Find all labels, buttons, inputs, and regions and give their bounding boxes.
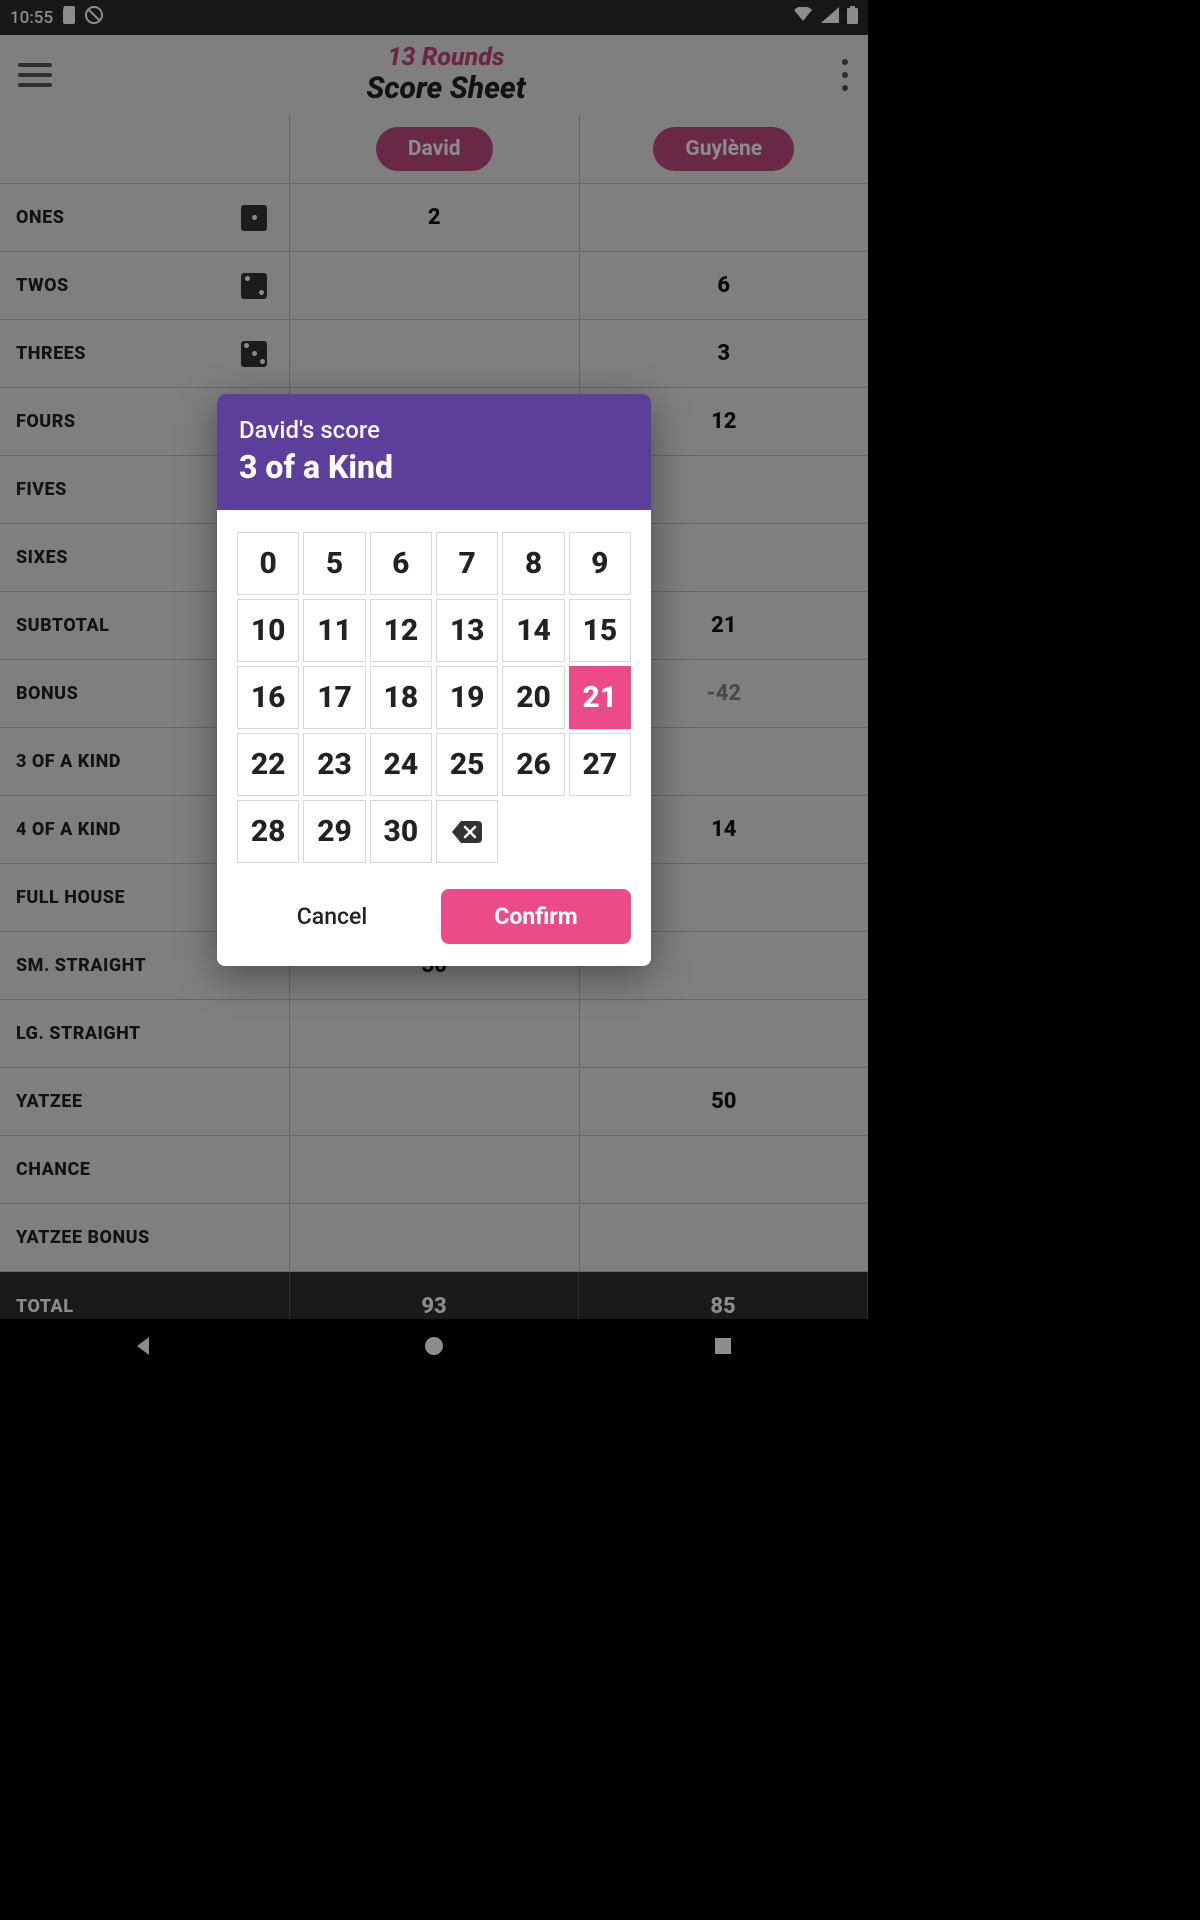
number-10-button[interactable]: 10	[237, 599, 299, 662]
number-9-button[interactable]: 9	[569, 532, 631, 595]
number-23-button[interactable]: 23	[303, 733, 365, 796]
number-20-button[interactable]: 20	[502, 666, 564, 729]
number-26-button[interactable]: 26	[502, 733, 564, 796]
number-8-button[interactable]: 8	[502, 532, 564, 595]
dialog-subtitle: David's score	[239, 416, 629, 444]
number-11-button[interactable]: 11	[303, 599, 365, 662]
empty-cell	[502, 800, 564, 863]
number-17-button[interactable]: 17	[303, 666, 365, 729]
number-21-button[interactable]: 21	[569, 666, 631, 729]
number-7-button[interactable]: 7	[436, 532, 498, 595]
cancel-button[interactable]: Cancel	[237, 889, 427, 944]
dialog-header: David's score 3 of a Kind	[217, 394, 651, 510]
number-12-button[interactable]: 12	[370, 599, 432, 662]
number-29-button[interactable]: 29	[303, 800, 365, 863]
number-5-button[interactable]: 5	[303, 532, 365, 595]
number-27-button[interactable]: 27	[569, 733, 631, 796]
number-22-button[interactable]: 22	[237, 733, 299, 796]
backspace-button[interactable]	[436, 800, 498, 863]
number-28-button[interactable]: 28	[237, 800, 299, 863]
number-6-button[interactable]: 6	[370, 532, 432, 595]
score-picker-dialog: David's score 3 of a Kind 056789 10111213…	[217, 394, 651, 966]
number-grid: 056789 101112131415 161718192021 2223242526…	[237, 532, 631, 863]
number-30-button[interactable]: 30	[370, 800, 432, 863]
empty-cell	[569, 800, 631, 863]
dialog-title: 3 of a Kind	[239, 448, 629, 486]
number-25-button[interactable]: 25	[436, 733, 498, 796]
confirm-button[interactable]: Confirm	[441, 889, 631, 944]
number-18-button[interactable]: 18	[370, 666, 432, 729]
number-15-button[interactable]: 15	[569, 599, 631, 662]
number-16-button[interactable]: 16	[237, 666, 299, 729]
number-13-button[interactable]: 13	[436, 599, 498, 662]
backspace-icon	[452, 821, 482, 843]
number-19-button[interactable]: 19	[436, 666, 498, 729]
number-24-button[interactable]: 24	[370, 733, 432, 796]
number-0-button[interactable]: 0	[237, 532, 299, 595]
number-14-button[interactable]: 14	[502, 599, 564, 662]
